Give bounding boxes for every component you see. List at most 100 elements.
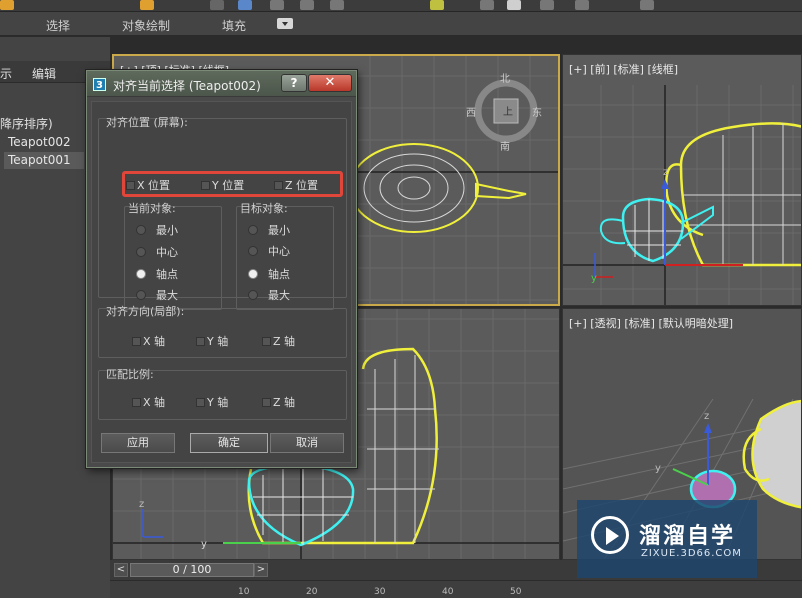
persp-gizmo-y-label: y [655,463,661,474]
x-position-box[interactable] [126,181,135,190]
material-icon[interactable] [640,0,654,10]
current-pivot-label: 轴点 [156,268,178,281]
y-position-checkbox[interactable]: Y 位置 [201,177,244,193]
track-tick-label: 50 [510,587,522,597]
explorer-item-teapot002[interactable]: Teapot002 [4,134,84,151]
undo-icon[interactable] [0,0,14,10]
viewport-front[interactable]: z y [+] [前] [标准] [线框] [562,54,802,306]
viewcube-face: 上 [503,106,513,118]
ribbon-dropdown-icon[interactable] [277,18,293,29]
viewcube-west: 西 [466,108,476,119]
scale-y-checkbox[interactable]: Y 轴 [196,394,228,410]
rotate-icon[interactable] [270,0,284,10]
x-position-checkbox[interactable]: X 位置 [126,177,170,193]
current-min-radio[interactable]: 最小 [136,222,178,238]
dialog-title: 对齐当前选择 (Teapot002) [113,79,261,93]
y-position-box[interactable] [201,181,210,190]
scale-x-checkbox[interactable]: X 轴 [132,394,165,410]
play-logo-icon [591,516,629,554]
dialog-titlebar[interactable]: 3 对齐当前选择 (Teapot002) ? ✕ [87,71,356,97]
viewcube[interactable]: 上 北 西 东 南 [466,73,542,153]
current-min-dot[interactable] [136,225,146,235]
scale-y-box[interactable] [196,398,205,407]
orient-z-checkbox[interactable]: Z 轴 [262,333,295,349]
time-next-button[interactable]: > [254,563,268,577]
target-min-dot[interactable] [248,225,258,235]
persp-gizmo-z-label: z [704,411,709,422]
viewport-perspective-label[interactable]: [+] [透视] [标准] [默认明暗处理] [569,315,733,331]
scale-z-label: Z 轴 [273,396,296,409]
main-toolbar [0,0,802,12]
track-bar[interactable]: 10 20 30 40 50 [110,580,802,598]
current-pivot-radio[interactable]: 轴点 [136,266,178,282]
watermark: 溜溜自学 ZIXUE.3D66.COM [577,500,757,578]
front-gizmo-z-label: z [663,167,668,178]
current-max-radio[interactable]: 最大 [136,287,178,303]
orient-y-label: Y 轴 [207,335,229,348]
match-scale-title: 匹配比例: [106,368,154,381]
current-object-title: 当前对象: [128,202,176,215]
align-icon[interactable] [507,0,521,10]
target-max-dot[interactable] [248,290,258,300]
mirror-icon[interactable] [480,0,494,10]
curve-icon[interactable] [575,0,589,10]
current-center-radio[interactable]: 中心 [136,244,178,260]
explorer-tab-display[interactable]: 示 [0,65,12,82]
target-min-radio[interactable]: 最小 [248,222,290,238]
target-pivot-radio[interactable]: 轴点 [248,266,290,282]
cancel-button[interactable]: 取消 [270,433,344,453]
target-pivot-label: 轴点 [268,268,290,281]
align-orientation-title: 对齐方向(局部): [106,305,185,318]
orient-x-box[interactable] [132,337,141,346]
scale-z-box[interactable] [262,398,271,407]
select-icon[interactable] [210,0,224,10]
current-pivot-dot[interactable] [136,269,146,279]
target-center-label: 中心 [268,245,290,258]
redo-icon[interactable] [140,0,154,10]
teapot-top-wireframe [349,143,527,233]
z-position-box[interactable] [274,181,283,190]
time-prev-button[interactable]: < [114,563,128,577]
scale-z-checkbox[interactable]: Z 轴 [262,394,295,410]
viewport-front-label[interactable]: [+] [前] [标准] [线框] [569,61,678,77]
ribbon-tab-select[interactable]: 选择 [46,17,70,34]
orient-y-checkbox[interactable]: Y 轴 [196,333,228,349]
move-icon[interactable] [238,0,252,10]
viewport-front-canvas: z y [563,85,801,305]
current-min-label: 最小 [156,224,178,237]
align-position-title: 对齐位置 (屏幕): [106,116,188,129]
axis-icon[interactable] [430,0,444,10]
z-position-label: Z 位置 [285,179,319,192]
current-max-dot[interactable] [136,290,146,300]
time-slider[interactable]: 0 / 100 [130,563,254,577]
scale-icon[interactable] [300,0,314,10]
current-center-label: 中心 [156,246,178,259]
layer-icon[interactable] [540,0,554,10]
target-pivot-dot[interactable] [248,269,258,279]
target-center-dot[interactable] [248,246,258,256]
orient-z-box[interactable] [262,337,271,346]
explorer-sort-header[interactable]: 降序排序) [0,115,53,132]
scale-x-box[interactable] [132,398,141,407]
viewcube-east: 东 [532,106,542,119]
front-axis-tripod: y [591,253,613,284]
help-button[interactable]: ? [281,74,307,92]
left-gizmo-y-label: y [201,539,207,550]
ok-button[interactable]: 确定 [190,433,268,453]
close-button[interactable]: ✕ [308,74,352,92]
track-tick-label: 30 [374,587,386,597]
left-axis-z-label: z [139,499,144,510]
ribbon-tab-populate[interactable]: 填充 [222,17,246,34]
explorer-tab-edit[interactable]: 编辑 [32,65,56,82]
ribbon-tab-object-paint[interactable]: 对象绘制 [122,17,170,34]
explorer-item-teapot001[interactable]: Teapot001 [4,152,84,169]
snap-icon[interactable] [330,0,344,10]
target-center-radio[interactable]: 中心 [248,243,290,259]
target-max-radio[interactable]: 最大 [248,287,290,303]
orient-x-checkbox[interactable]: X 轴 [132,333,165,349]
apply-button[interactable]: 应用 [101,433,175,453]
z-position-checkbox[interactable]: Z 位置 [274,177,318,193]
orient-x-label: X 轴 [143,335,166,348]
current-center-dot[interactable] [136,247,146,257]
orient-y-box[interactable] [196,337,205,346]
